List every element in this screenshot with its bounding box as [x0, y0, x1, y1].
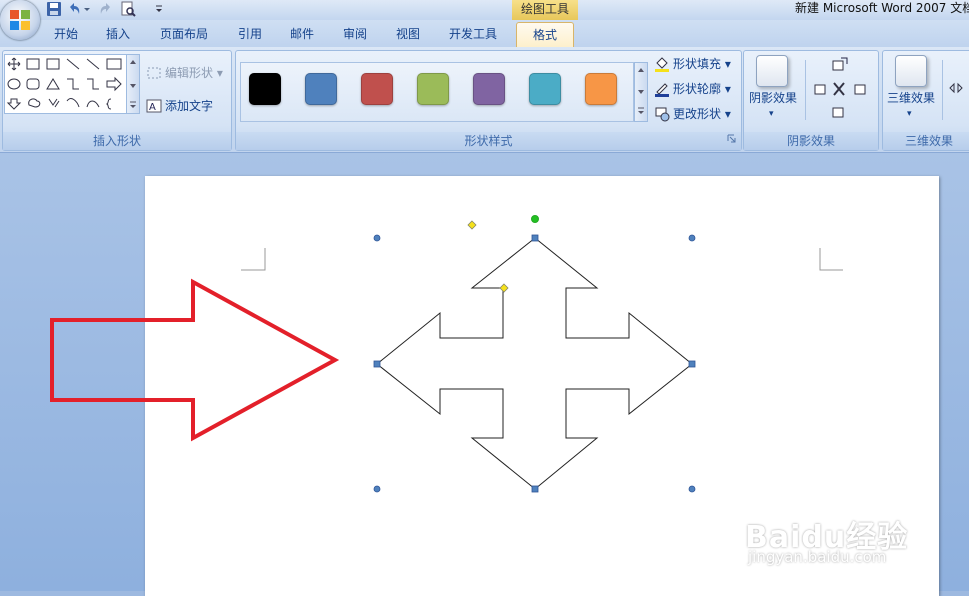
resize-handle-se[interactable] [688, 485, 696, 493]
margin-corner-mark [241, 248, 266, 271]
resize-handle-sw[interactable] [373, 485, 381, 493]
annotation-arrow [50, 278, 340, 442]
resize-handle-nw[interactable] [373, 234, 381, 242]
adjustment-handle[interactable] [467, 220, 477, 230]
rotation-handle[interactable] [531, 215, 539, 223]
resize-handle-n[interactable] [531, 234, 539, 242]
quad-arrow-shape[interactable] [376, 237, 693, 490]
drawing-layer [50, 215, 843, 493]
resize-handle-e[interactable] [688, 360, 696, 368]
baidu-watermark-url: jingyan.baidu.com [748, 548, 887, 566]
resize-handle-w[interactable] [373, 360, 381, 368]
resize-handle-s[interactable] [531, 485, 539, 493]
resize-handle-ne[interactable] [688, 234, 696, 242]
margin-corner-mark [819, 248, 843, 271]
